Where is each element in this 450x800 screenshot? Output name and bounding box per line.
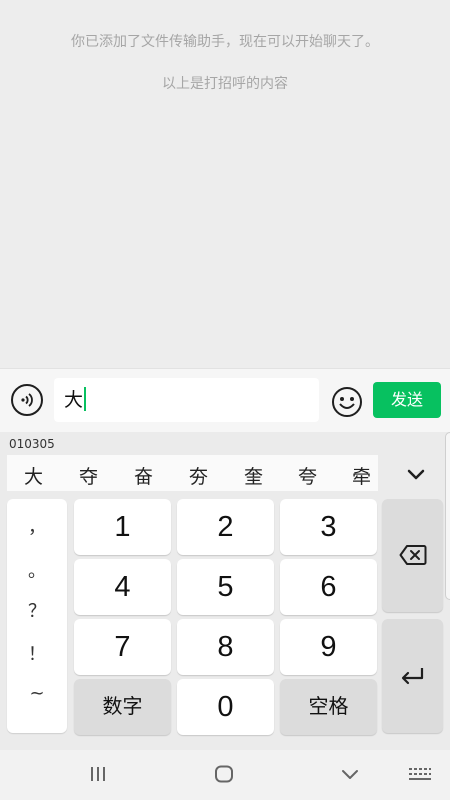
input-bar: 大 发送: [0, 368, 450, 432]
voice-icon[interactable]: [11, 384, 43, 416]
candidate-item[interactable]: 奋: [117, 455, 170, 491]
enter-icon: [401, 668, 424, 685]
key-7[interactable]: 7: [74, 619, 171, 675]
punctuation-item[interactable]: ，: [7, 513, 67, 539]
system-message-added: 你已添加了文件传输助手，现在可以开始聊天了。: [71, 34, 379, 50]
punctuation-list[interactable]: ， 。 ？ ！ ~: [7, 499, 67, 733]
enter-key[interactable]: [382, 619, 443, 733]
chevron-down-icon[interactable]: [398, 460, 434, 490]
candidate-item[interactable]: 大: [7, 455, 60, 491]
candidate-bar: 大 夺 奋 夯 奎 夸 牵: [7, 455, 378, 491]
side-handle[interactable]: [445, 432, 450, 600]
key-1[interactable]: 1: [74, 499, 171, 555]
punctuation-item[interactable]: ？: [7, 597, 67, 623]
keyboard-icon[interactable]: [408, 767, 432, 787]
message-input[interactable]: 大: [54, 378, 319, 422]
punctuation-item[interactable]: ！: [7, 640, 67, 666]
system-message-greeting: 以上是打招呼的内容: [162, 76, 288, 92]
keyboard: 010305 大 夺 奋 夯 奎 夸 牵 ， 。 ？ ！ ~ 1 2 3 4 5…: [0, 432, 450, 750]
punctuation-item[interactable]: ~: [7, 683, 67, 704]
backspace-icon: [399, 545, 427, 565]
key-0[interactable]: 0: [177, 679, 274, 735]
backspace-key[interactable]: [382, 499, 443, 612]
key-3[interactable]: 3: [280, 499, 377, 555]
punctuation-item[interactable]: 。: [7, 557, 67, 583]
key-9[interactable]: 9: [280, 619, 377, 675]
key-5[interactable]: 5: [177, 559, 274, 615]
candidate-item[interactable]: 夯: [172, 455, 225, 491]
key-2[interactable]: 2: [177, 499, 274, 555]
emoji-icon[interactable]: [331, 386, 363, 418]
send-button[interactable]: 发送: [373, 382, 441, 418]
composition-text: 010305: [9, 437, 55, 451]
space-key[interactable]: 空格: [280, 679, 377, 735]
message-input-value: 大: [64, 389, 84, 411]
key-8[interactable]: 8: [177, 619, 274, 675]
text-cursor: [84, 386, 87, 411]
number-mode-key[interactable]: 数字: [74, 679, 171, 735]
candidate-item[interactable]: 夸: [281, 455, 334, 491]
home-icon[interactable]: [214, 765, 234, 787]
navigation-bar: [0, 750, 450, 800]
candidate-item[interactable]: 夺: [62, 455, 115, 491]
back-chevron-icon[interactable]: [341, 767, 359, 786]
candidate-item[interactable]: 牵: [335, 455, 388, 491]
key-6[interactable]: 6: [280, 559, 377, 615]
chat-area: 你已添加了文件传输助手，现在可以开始聊天了。 以上是打招呼的内容: [0, 0, 450, 368]
key-4[interactable]: 4: [74, 559, 171, 615]
candidate-item[interactable]: 奎: [227, 455, 280, 491]
recent-apps-icon[interactable]: [89, 765, 107, 787]
